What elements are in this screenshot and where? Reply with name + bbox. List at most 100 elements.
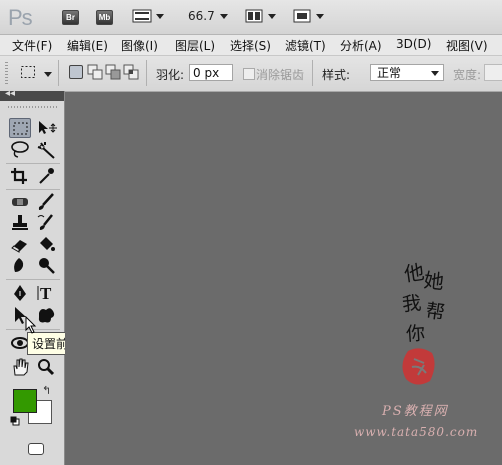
history-brush-icon — [37, 214, 53, 230]
zoom-magnifier-icon — [38, 359, 55, 376]
dodge-tool[interactable] — [35, 255, 57, 275]
type-tool[interactable]: T — [35, 283, 57, 303]
signature-char: 你 — [405, 322, 426, 346]
move-tool[interactable] — [35, 118, 57, 138]
menu-file[interactable]: 文件(F) — [12, 37, 52, 54]
view-extras-dropdown-icon[interactable] — [156, 14, 164, 19]
paint-bucket-tool[interactable] — [35, 234, 57, 254]
watermark-signature: 他 她 我 帮 你 — [401, 255, 462, 346]
rectangular-marquee-tool[interactable] — [9, 118, 31, 138]
tool-group-separator — [6, 189, 60, 190]
zoom-level[interactable]: 66.7 — [188, 9, 215, 23]
eraser-tool[interactable] — [9, 234, 31, 254]
photoshop-logo: Ps — [8, 5, 33, 30]
eyedropper-icon — [39, 168, 54, 184]
brush-icon — [38, 193, 54, 210]
foreground-color-swatch[interactable] — [13, 389, 37, 413]
menu-layer[interactable]: 图层(L) — [175, 37, 215, 54]
options-bar-grip[interactable] — [5, 62, 8, 84]
zoom-dropdown-icon[interactable] — [220, 14, 228, 19]
menu-3d[interactable]: 3D(D) — [396, 37, 431, 51]
bandage-icon — [12, 198, 28, 206]
screen-mode-icon[interactable] — [293, 9, 311, 23]
clone-stamp-tool[interactable] — [9, 213, 31, 233]
dodge-icon — [39, 258, 55, 274]
options-separator — [146, 60, 147, 86]
tools-panel-header[interactable]: ◂◂ — [0, 88, 64, 101]
application-bar: Ps Br Mb 66.7 — [0, 0, 502, 35]
width-input[interactable] — [484, 64, 502, 81]
paint-bucket-icon — [40, 237, 55, 251]
smudge-finger-icon — [14, 258, 24, 272]
mouse-cursor-icon — [25, 316, 37, 334]
default-colors-icon[interactable] — [10, 416, 20, 426]
zoom-tool[interactable] — [35, 357, 57, 377]
hand-icon — [13, 358, 29, 376]
stamp-icon — [12, 215, 28, 230]
watermark-site-name: PS教程网 — [382, 404, 449, 419]
menu-view[interactable]: 视图(V) — [446, 37, 488, 54]
marquee-icon — [13, 122, 28, 135]
new-selection-icon[interactable] — [69, 65, 83, 79]
signature-char: 帮 — [424, 299, 447, 325]
menu-image[interactable]: 图像(I) — [121, 37, 158, 54]
eyedropper-tool[interactable] — [35, 166, 57, 186]
eraser-icon — [11, 240, 27, 253]
tool-group-separator — [6, 279, 60, 280]
tool-preset-icon[interactable] — [20, 65, 36, 79]
style-label: 样式: — [322, 68, 351, 82]
arrange-documents-icon[interactable] — [245, 9, 263, 23]
quick-selection-tool[interactable] — [35, 140, 57, 160]
crop-icon — [11, 168, 27, 184]
feather-input[interactable]: 0 px — [189, 64, 233, 81]
pen-tool[interactable] — [9, 283, 31, 303]
watermark-site-url: www.tata580.com — [354, 425, 479, 439]
collapse-panel-icon[interactable]: ◂◂ — [5, 88, 15, 99]
brush-tool[interactable] — [35, 192, 57, 212]
tools-panel-grip[interactable] — [8, 106, 58, 108]
custom-shape-tool[interactable] — [35, 305, 57, 325]
custom-shape-icon — [38, 308, 55, 323]
lasso-tool[interactable] — [9, 140, 31, 160]
menu-analysis[interactable]: 分析(A) — [340, 37, 382, 54]
lasso-icon — [11, 141, 29, 158]
tools-panel: ◂◂ T ↰ — [0, 88, 65, 465]
history-brush-tool[interactable] — [35, 213, 57, 233]
type-icon: T — [37, 284, 52, 303]
crop-tool[interactable] — [9, 166, 31, 186]
seal-stamp-icon — [402, 348, 435, 385]
swap-colors-icon[interactable]: ↰ — [42, 384, 51, 397]
svg-text:T: T — [40, 284, 52, 303]
options-separator — [58, 60, 59, 86]
width-label: 宽度: — [453, 68, 482, 82]
options-bar: 羽化: 0 px 消除锯齿 样式: 正常 宽度: — [0, 56, 502, 92]
menu-edit[interactable]: 编辑(E) — [67, 37, 108, 54]
arrange-dropdown-icon[interactable] — [268, 14, 276, 19]
style-dropdown-icon — [431, 71, 439, 76]
feather-label: 羽化: — [156, 68, 185, 82]
mini-bridge-button[interactable]: Mb — [96, 10, 113, 25]
tool-preset-dropdown-icon[interactable] — [44, 72, 52, 77]
style-select-value: 正常 — [377, 66, 402, 80]
magic-wand-icon — [37, 142, 55, 159]
signature-char: 他 — [402, 259, 426, 287]
view-extras-icon[interactable] — [132, 9, 152, 23]
spot-healing-brush-tool[interactable] — [9, 192, 31, 212]
subtract-from-selection-icon[interactable] — [105, 64, 121, 80]
intersect-selection-icon[interactable] — [123, 64, 139, 80]
antialias-label: 消除锯齿 — [256, 68, 305, 82]
move-icon — [39, 121, 57, 134]
signature-char: 她 — [422, 268, 446, 294]
antialias-checkbox[interactable] — [243, 68, 255, 80]
bridge-button[interactable]: Br — [62, 10, 79, 25]
menu-filter[interactable]: 滤镜(T) — [285, 37, 326, 54]
style-select[interactable]: 正常 — [370, 64, 444, 81]
tool-group-separator — [6, 163, 60, 164]
hand-tool[interactable] — [9, 357, 31, 377]
pen-icon — [14, 285, 26, 301]
menu-select[interactable]: 选择(S) — [230, 37, 271, 54]
blur-tool[interactable] — [9, 255, 31, 275]
quick-mask-button[interactable] — [28, 443, 44, 455]
screen-mode-dropdown-icon[interactable] — [316, 14, 324, 19]
add-to-selection-icon[interactable] — [87, 64, 103, 80]
